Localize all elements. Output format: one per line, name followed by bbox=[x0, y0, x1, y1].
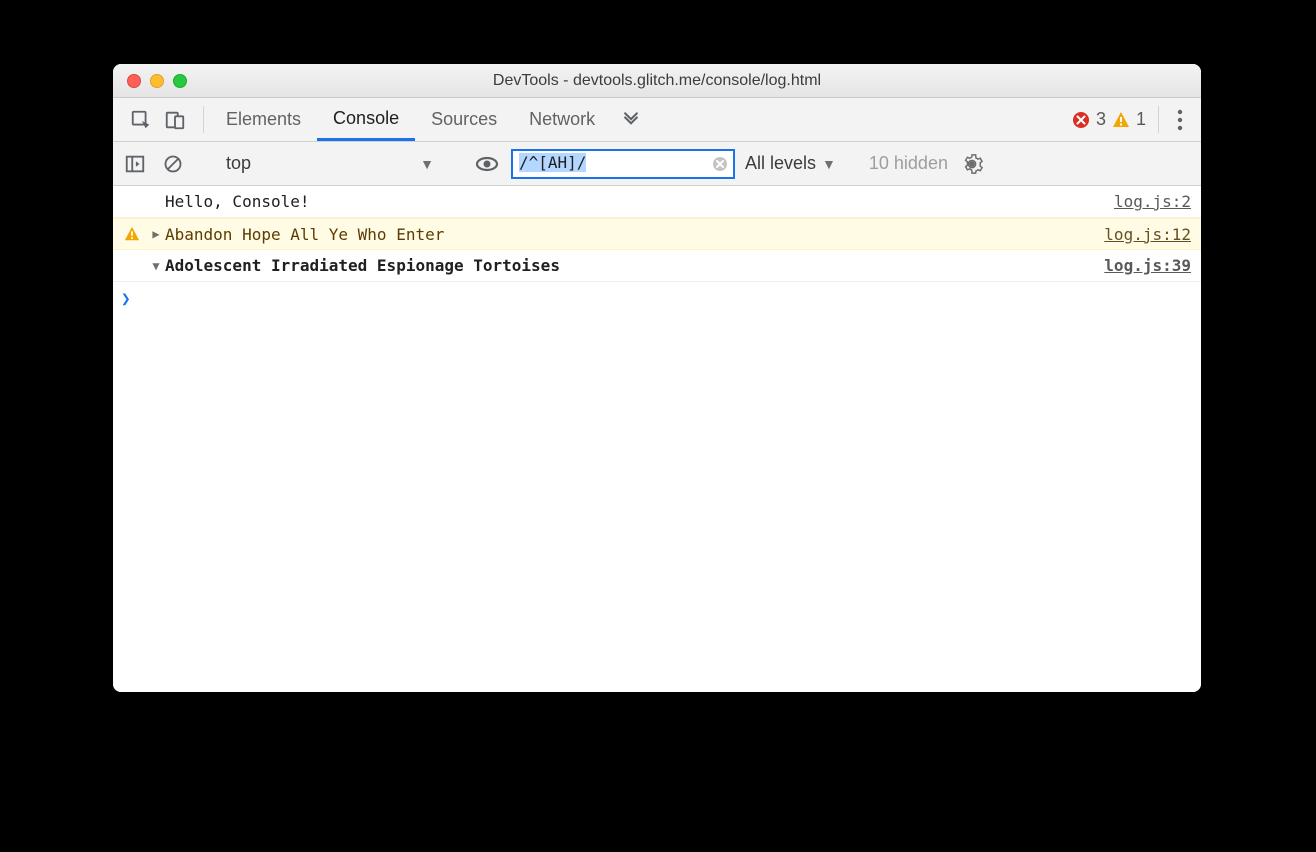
more-menu-button[interactable] bbox=[1165, 98, 1195, 141]
panel-tabs-row: Elements Console Sources Network 3 1 bbox=[113, 98, 1201, 142]
clear-console-icon[interactable] bbox=[159, 150, 187, 178]
filter-input-wrap: /^[AH]/ bbox=[511, 149, 735, 179]
error-warning-counts[interactable]: 3 1 bbox=[1066, 98, 1152, 141]
context-selector[interactable]: top ▼ bbox=[220, 153, 440, 174]
device-toolbar-icon[interactable] bbox=[161, 106, 189, 134]
tabs-overflow-button[interactable] bbox=[611, 98, 651, 141]
filter-input-value: /^[AH]/ bbox=[519, 153, 586, 172]
live-expression-icon[interactable] bbox=[473, 150, 501, 178]
log-message: Abandon Hope All Ye Who Enter bbox=[165, 225, 1104, 244]
devtools-window: DevTools - devtools.glitch.me/console/lo… bbox=[113, 64, 1201, 692]
warning-count: 1 bbox=[1136, 109, 1146, 130]
log-message: Hello, Console! bbox=[165, 192, 1114, 211]
console-prompt[interactable]: ❯ bbox=[113, 282, 1201, 314]
console-toolbar: top ▼ /^[AH]/ All levels ▼ 10 hidden bbox=[113, 142, 1201, 186]
separator bbox=[203, 106, 204, 133]
warning-icon bbox=[1112, 111, 1130, 129]
console-settings-icon[interactable] bbox=[958, 150, 986, 178]
log-row-warning[interactable]: ▶ Abandon Hope All Ye Who Enter log.js:1… bbox=[113, 218, 1201, 250]
tab-network[interactable]: Network bbox=[513, 98, 611, 141]
hidden-messages-count[interactable]: 10 hidden bbox=[869, 153, 948, 174]
expand-toggle-icon[interactable]: ▶ bbox=[147, 227, 165, 241]
tab-list: Elements Console Sources Network bbox=[210, 98, 611, 141]
log-row-group[interactable]: ▼ Adolescent Irradiated Espionage Tortoi… bbox=[113, 250, 1201, 282]
log-source-link[interactable]: log.js:2 bbox=[1114, 192, 1191, 211]
error-count: 3 bbox=[1096, 109, 1106, 130]
chevron-down-icon: ▼ bbox=[420, 156, 434, 172]
tab-sources[interactable]: Sources bbox=[415, 98, 513, 141]
tab-label: Console bbox=[333, 108, 399, 129]
tab-elements[interactable]: Elements bbox=[210, 98, 317, 141]
log-row[interactable]: Hello, Console! log.js:2 bbox=[113, 186, 1201, 218]
log-source-link[interactable]: log.js:39 bbox=[1104, 256, 1191, 275]
inspect-tools-group bbox=[119, 98, 197, 141]
chevron-down-icon: ▼ bbox=[822, 156, 836, 172]
warning-icon bbox=[117, 226, 147, 242]
log-source-link[interactable]: log.js:12 bbox=[1104, 225, 1191, 244]
toggle-drawer-icon[interactable] bbox=[121, 150, 149, 178]
log-message: Adolescent Irradiated Espionage Tortoise… bbox=[165, 256, 1104, 275]
inspect-element-icon[interactable] bbox=[127, 106, 155, 134]
titlebar: DevTools - devtools.glitch.me/console/lo… bbox=[113, 64, 1201, 98]
window-title: DevTools - devtools.glitch.me/console/lo… bbox=[113, 72, 1201, 90]
tab-label: Sources bbox=[431, 109, 497, 130]
collapse-toggle-icon[interactable]: ▼ bbox=[147, 259, 165, 273]
context-value: top bbox=[226, 153, 251, 174]
filter-input[interactable]: /^[AH]/ bbox=[511, 149, 735, 179]
tab-label: Network bbox=[529, 109, 595, 130]
error-icon bbox=[1072, 111, 1090, 129]
levels-label: All levels bbox=[745, 153, 816, 174]
prompt-caret-icon: ❯ bbox=[121, 289, 131, 308]
clear-filter-icon[interactable] bbox=[711, 155, 729, 173]
log-levels-selector[interactable]: All levels ▼ bbox=[745, 153, 836, 174]
console-body: Hello, Console! log.js:2 ▶ Abandon Hope … bbox=[113, 186, 1201, 692]
tab-console[interactable]: Console bbox=[317, 98, 415, 141]
tab-label: Elements bbox=[226, 109, 301, 130]
separator bbox=[1158, 106, 1159, 133]
